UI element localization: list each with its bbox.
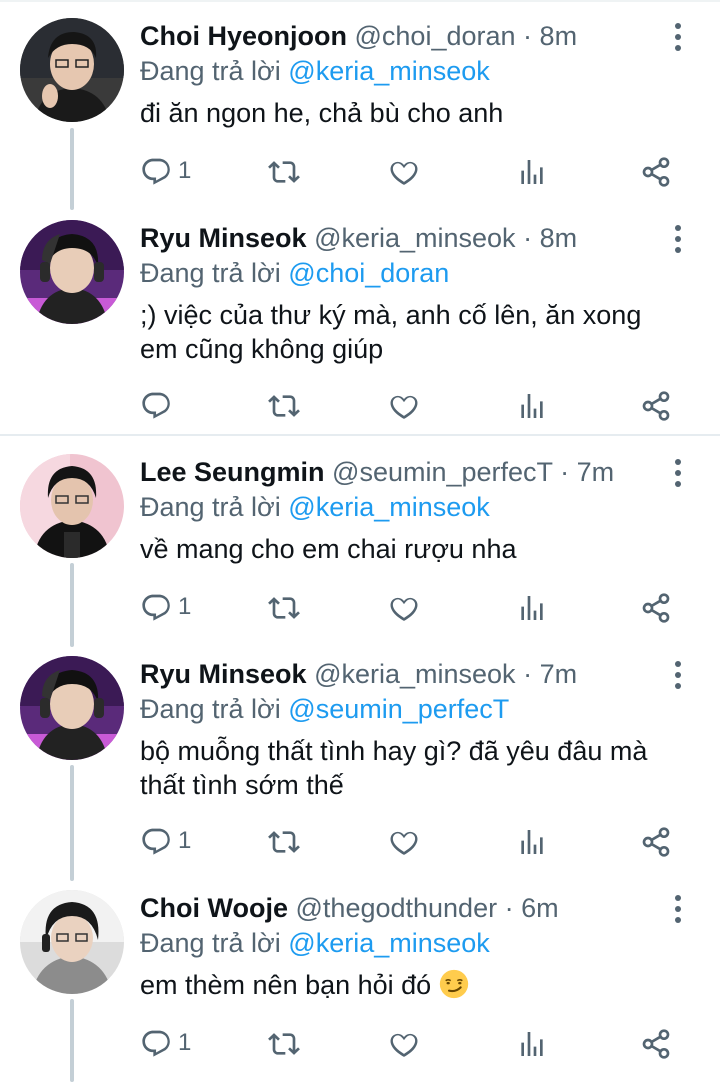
replying-prefix: Đang trả lời <box>140 56 281 86</box>
views-icon <box>521 394 543 418</box>
replying-prefix: Đang trả lời <box>140 258 281 288</box>
like-icon <box>390 831 418 855</box>
mention-link[interactable]: @choi_doran <box>288 258 449 288</box>
avatar[interactable] <box>20 656 124 760</box>
user-handle[interactable]: @keria_minseok <box>314 223 516 253</box>
share-icon <box>642 1029 670 1059</box>
timestamp[interactable]: 8m <box>540 21 578 51</box>
views-icon <box>521 160 543 184</box>
separator-dot: · <box>523 21 533 51</box>
more-vertical-icon[interactable] <box>664 458 692 488</box>
avatar[interactable] <box>20 454 124 558</box>
display-name[interactable]: Choi Hyeonjoon <box>140 21 347 51</box>
tweet[interactable]: Choi Hyeonjoon @choi_doran · 8m Đang trả… <box>0 18 720 198</box>
replying-to: Đang trả lời @choi_doran <box>140 256 449 290</box>
retweet-icon <box>268 161 300 183</box>
tweet-header: Choi Wooje @thegodthunder · 6m <box>140 890 559 926</box>
display-name[interactable]: Choi Wooje <box>140 893 288 923</box>
display-name[interactable]: Ryu Minseok <box>140 223 307 253</box>
tweet-text: bộ muỗng thất tình hay gì? đã yêu đâu mà… <box>140 736 648 800</box>
mention-link[interactable]: @keria_minseok <box>288 56 490 86</box>
like-icon <box>390 1033 418 1057</box>
tweet-actions: 1 <box>140 152 680 192</box>
top-border <box>0 0 720 2</box>
tweet-text: ;) việc của thư ký mà, anh cố lên, ăn xo… <box>140 300 642 364</box>
views-icon <box>521 1032 543 1056</box>
reply-icon <box>142 392 170 419</box>
tweet-text: em thèm nên bạn hỏi đó <box>140 970 432 1000</box>
views-icon <box>521 830 543 854</box>
display-name[interactable]: Lee Seungmin <box>140 457 325 487</box>
reply-icon <box>142 594 170 621</box>
avatar[interactable] <box>20 890 124 994</box>
tweet[interactable]: Choi Wooje @thegodthunder · 6m Đang trả … <box>0 890 720 1070</box>
replying-to: Đang trả lời @keria_minseok <box>140 926 490 960</box>
replying-to: Đang trả lời @keria_minseok <box>140 490 490 524</box>
tweet-header: Choi Hyeonjoon @choi_doran · 8m <box>140 18 577 54</box>
separator-dot: · <box>523 223 533 253</box>
reply-count: 1 <box>178 827 192 854</box>
replying-prefix: Đang trả lời <box>140 694 281 724</box>
replying-to: Đang trả lời @keria_minseok <box>140 54 490 88</box>
reply-icon <box>142 828 170 855</box>
tweet-text: đi ăn ngon he, chả bù cho anh <box>140 98 504 128</box>
replying-prefix: Đang trả lời <box>140 492 281 522</box>
share-icon <box>642 157 670 187</box>
smirking-face-emoji <box>439 969 468 999</box>
timestamp[interactable]: 6m <box>521 893 559 923</box>
reply-count: 1 <box>178 1029 192 1056</box>
timestamp[interactable]: 7m <box>540 659 578 689</box>
avatar[interactable] <box>20 220 124 324</box>
more-vertical-icon[interactable] <box>664 224 692 254</box>
reply-icon <box>142 158 170 185</box>
reply-count: 1 <box>178 593 192 620</box>
avatar[interactable] <box>20 18 124 122</box>
tweet-header: Ryu Minseok @keria_minseok · 8m <box>140 220 577 256</box>
views-icon <box>521 596 543 620</box>
section-divider <box>0 434 720 436</box>
like-icon <box>390 597 418 621</box>
retweet-icon <box>268 597 300 619</box>
more-vertical-icon[interactable] <box>664 894 692 924</box>
tweet[interactable]: Ryu Minseok @keria_minseok · 7m Đang trả… <box>0 656 720 870</box>
tweet-header: Ryu Minseok @keria_minseok · 7m <box>140 656 577 692</box>
reply-count: 1 <box>178 157 192 184</box>
share-icon <box>642 391 670 421</box>
mention-link[interactable]: @seumin_perfecT <box>288 694 509 724</box>
tweet-actions: 1 <box>140 822 680 862</box>
tweet-actions: 1 <box>140 588 680 628</box>
share-icon <box>642 593 670 623</box>
separator-dot: · <box>523 659 533 689</box>
reply-icon <box>142 1030 170 1057</box>
mention-link[interactable]: @keria_minseok <box>288 928 490 958</box>
tweet[interactable]: Ryu Minseok @keria_minseok · 8m Đang trả… <box>0 220 720 434</box>
user-handle[interactable]: @seumin_perfecT <box>332 457 553 487</box>
retweet-icon <box>268 831 300 853</box>
mention-link[interactable]: @keria_minseok <box>288 492 490 522</box>
user-handle[interactable]: @keria_minseok <box>314 659 516 689</box>
replying-to: Đang trả lời @seumin_perfecT <box>140 692 509 726</box>
retweet-icon <box>268 395 300 417</box>
like-icon <box>390 161 418 185</box>
more-vertical-icon[interactable] <box>664 22 692 52</box>
separator-dot: · <box>504 893 514 923</box>
share-icon <box>642 827 670 857</box>
like-icon <box>390 395 418 419</box>
display-name[interactable]: Ryu Minseok <box>140 659 307 689</box>
tweet-text-container: em thèm nên bạn hỏi đó <box>140 968 680 1002</box>
separator-dot: · <box>560 457 570 487</box>
tweet-text: về mang cho em chai rượu nha <box>140 534 517 564</box>
tweet[interactable]: Lee Seungmin @seumin_perfecT · 7m Đang t… <box>0 454 720 634</box>
retweet-icon <box>268 1033 300 1055</box>
replying-prefix: Đang trả lời <box>140 928 281 958</box>
timestamp[interactable]: 7m <box>577 457 615 487</box>
tweet-actions: 1 <box>140 1024 680 1064</box>
user-handle[interactable]: @thegodthunder <box>296 893 498 923</box>
more-vertical-icon[interactable] <box>664 660 692 690</box>
user-handle[interactable]: @choi_doran <box>355 21 516 51</box>
tweet-header: Lee Seungmin @seumin_perfecT · 7m <box>140 454 614 490</box>
timestamp[interactable]: 8m <box>540 223 578 253</box>
tweet-actions <box>140 386 680 426</box>
